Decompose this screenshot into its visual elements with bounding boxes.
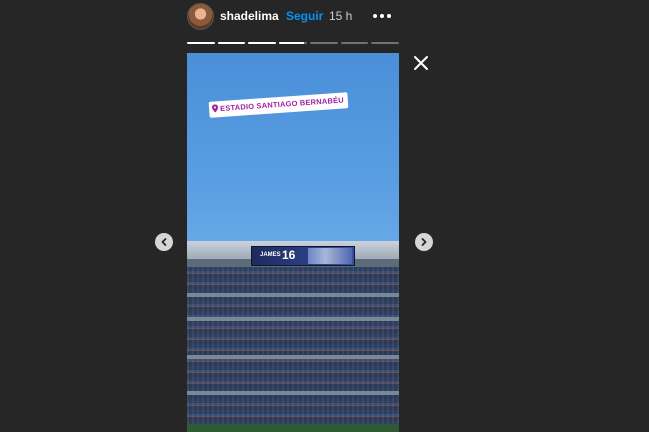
- stand-tier: [187, 391, 399, 395]
- avatar[interactable]: [187, 3, 214, 30]
- progress-segment: [187, 42, 215, 44]
- story-header: shadelima Seguir 15 h: [187, 3, 399, 30]
- progress-segment: [279, 42, 307, 44]
- progress-fill: [217, 42, 246, 44]
- previous-story-button[interactable]: [155, 233, 173, 251]
- progress-segment: [217, 42, 246, 44]
- progress-segment: [309, 42, 338, 44]
- stand-tier: [187, 293, 399, 297]
- location-label: ESTADIO SANTIAGO BERNABÉU: [219, 95, 345, 114]
- stadium-scene: JAMES 16: [187, 241, 399, 432]
- progress-fill: [187, 42, 215, 44]
- progress-fill: [248, 42, 277, 44]
- location-pin-icon: [212, 104, 219, 114]
- username[interactable]: shadelima: [220, 9, 279, 23]
- story-progress: [187, 42, 400, 44]
- next-story-button[interactable]: [415, 233, 433, 251]
- scoreboard-number: 16: [282, 248, 296, 262]
- story-image[interactable]: ESTADIO SANTIAGO BERNABÉU JAMES 16: [187, 53, 399, 432]
- progress-segment: [371, 42, 400, 44]
- close-icon[interactable]: [413, 55, 429, 71]
- progress-segment: [340, 42, 369, 44]
- stand-tier: [187, 355, 399, 359]
- progress-segment: [248, 42, 277, 44]
- pitch: [187, 424, 399, 432]
- scoreboard-name: JAMES: [260, 252, 281, 258]
- post-time: 15 h: [329, 9, 353, 23]
- stand-tier: [187, 317, 399, 321]
- more-icon[interactable]: [373, 7, 393, 23]
- scoreboard-photo: [308, 248, 352, 264]
- progress-fill: [279, 42, 305, 44]
- follow-button[interactable]: Seguir: [286, 9, 323, 23]
- scoreboard: JAMES 16: [251, 246, 355, 266]
- stadium-stands: [187, 267, 399, 432]
- location-sticker[interactable]: ESTADIO SANTIAGO BERNABÉU: [208, 92, 349, 118]
